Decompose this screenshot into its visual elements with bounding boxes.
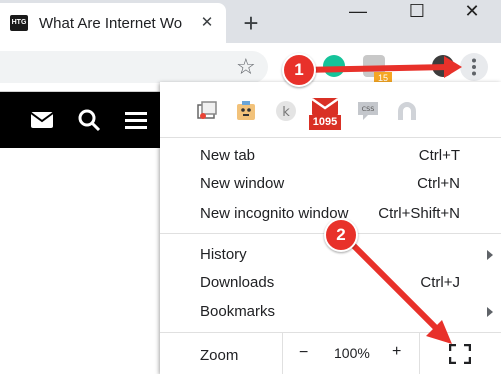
step-1-callout: 1 [282, 53, 316, 87]
svg-text:CSS: CSS [362, 105, 375, 113]
submenu-arrow-icon [487, 250, 493, 260]
htg-favicon-icon: HTG [10, 15, 28, 31]
screen-capture-icon[interactable] [196, 100, 218, 122]
tab-close-icon[interactable]: ✕ [197, 13, 217, 33]
k-extension-icon[interactable]: k [275, 100, 297, 122]
tab-title: What Are Internet Wo [39, 15, 183, 32]
site-header [0, 92, 160, 148]
hamburger-menu-icon[interactable] [124, 108, 148, 132]
zoom-in-button[interactable]: + [392, 343, 401, 361]
new-tab-button[interactable]: + [236, 8, 266, 38]
zoom-controls: − 100% + [282, 333, 419, 374]
menu-item-downloads[interactable]: Downloads Ctrl+J [160, 269, 501, 297]
fullscreen-icon [449, 344, 471, 364]
menu-item-new-window[interactable]: New window Ctrl+N [160, 170, 501, 198]
fullscreen-button[interactable] [419, 333, 501, 374]
maximize-button[interactable]: ☐ [388, 0, 446, 24]
menu-extensions-row: k 1095 CSS [160, 92, 501, 138]
menu-divider [160, 137, 501, 138]
zoom-label: Zoom [200, 347, 239, 364]
svg-text:k: k [282, 105, 290, 120]
close-window-button[interactable]: ✕ [443, 0, 501, 24]
address-bar[interactable]: ☆ [0, 51, 268, 83]
zoom-level: 100% [334, 345, 370, 361]
vpn-icon[interactable] [395, 100, 419, 122]
tab-strip: HTG What Are Internet Wo ✕ + — ☐ ✕ [0, 0, 501, 43]
zoom-row: Zoom − 100% + [160, 333, 501, 374]
css-icon[interactable]: CSS [356, 100, 380, 122]
minimize-button[interactable]: — [329, 0, 387, 24]
bookmark-star-icon[interactable]: ☆ [236, 54, 256, 80]
menu-item-bookmarks[interactable]: Bookmarks [160, 298, 501, 326]
menu-item-new-tab[interactable]: New tab Ctrl+T [160, 142, 501, 170]
toolbox-icon[interactable] [235, 100, 257, 122]
grammarly-icon[interactable] [323, 55, 345, 77]
mail-icon[interactable] [30, 108, 54, 132]
chrome-menu-icon[interactable] [460, 53, 488, 81]
submenu-arrow-icon [487, 307, 493, 317]
search-icon[interactable] [77, 108, 101, 132]
profile-avatar[interactable] [432, 55, 454, 77]
browser-tab[interactable]: HTG What Are Internet Wo ✕ [0, 3, 226, 43]
zoom-out-button[interactable]: − [299, 344, 308, 362]
step-2-callout: 2 [324, 218, 358, 252]
gmail-badge: 1095 [309, 115, 341, 130]
